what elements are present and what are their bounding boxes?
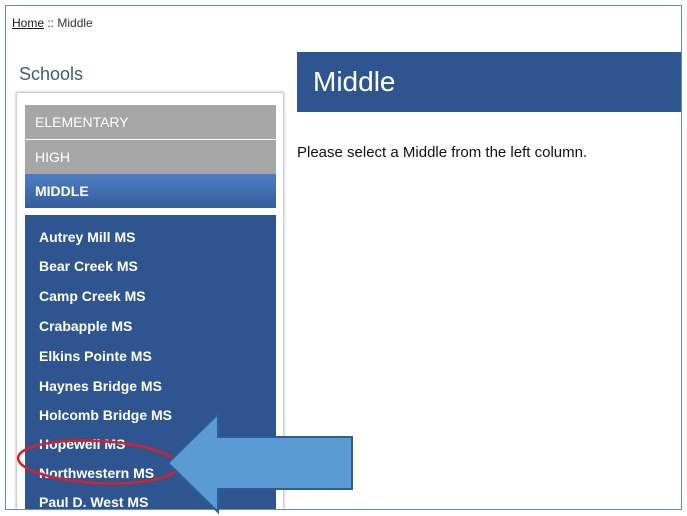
school-item[interactable]: Camp Creek MS	[39, 288, 146, 304]
school-item[interactable]: Elkins Pointe MS	[39, 348, 152, 364]
page-title: Middle	[297, 52, 681, 112]
breadcrumb-current: Middle	[57, 16, 93, 30]
breadcrumb-separator: ::	[44, 16, 58, 30]
page-frame: Home :: Middle Schools ELEMENTARY HIGH M…	[5, 5, 682, 510]
school-sidebar: ELEMENTARY HIGH MIDDLE Autrey Mill MS Be…	[16, 92, 284, 509]
school-item-northwestern[interactable]: Northwestern MS	[39, 465, 154, 481]
school-item[interactable]: Holcomb Bridge MS	[39, 407, 172, 423]
breadcrumb-home-link[interactable]: Home	[12, 16, 44, 30]
category-high[interactable]: HIGH	[25, 140, 276, 174]
school-list: Autrey Mill MS Bear Creek MS Camp Creek …	[25, 215, 276, 509]
sidebar-title: Schools	[19, 64, 84, 84]
instruction-text: Please select a Middle from the left col…	[297, 144, 588, 161]
school-item[interactable]: Bear Creek MS	[39, 258, 138, 274]
school-item[interactable]: Paul D. West MS	[39, 494, 148, 509]
school-item[interactable]: Crabapple MS	[39, 318, 132, 334]
breadcrumb: Home :: Middle	[12, 16, 93, 30]
school-item[interactable]: Haynes Bridge MS	[39, 378, 162, 394]
category-elementary[interactable]: ELEMENTARY	[25, 105, 276, 139]
category-middle[interactable]: MIDDLE	[25, 174, 276, 208]
school-item[interactable]: Hopewell MS	[39, 436, 125, 452]
school-item[interactable]: Autrey Mill MS	[39, 229, 135, 245]
